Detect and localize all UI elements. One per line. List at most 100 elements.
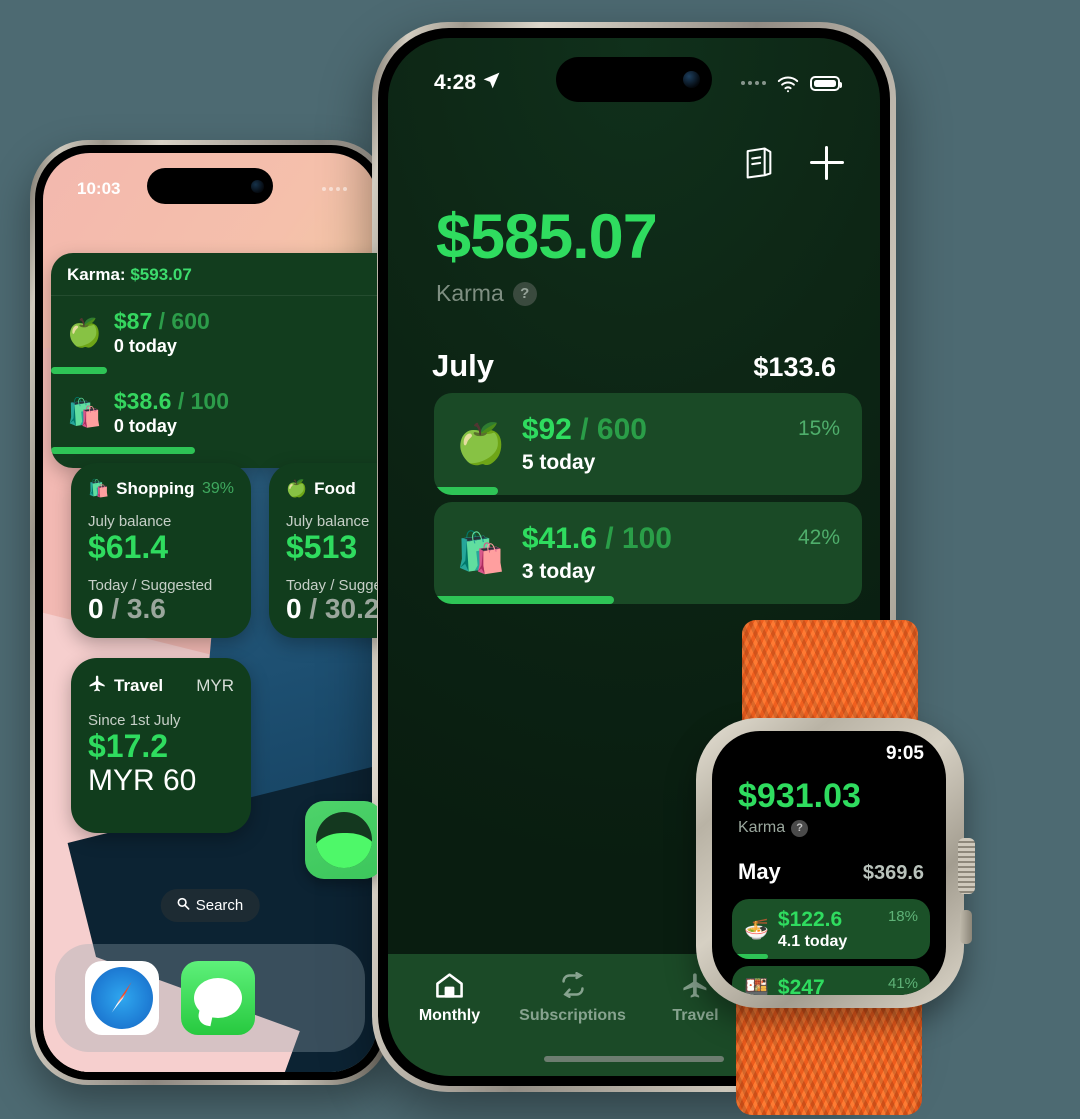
left-phone-screen: 10:03 Karma: $593.07 🍏 $87 / 600 0 today… xyxy=(43,153,377,1072)
card-pct: 15% xyxy=(797,417,840,440)
suggested-value: 30.2 xyxy=(324,592,377,624)
left-dynamic-island xyxy=(147,168,273,204)
row-amount: $87 xyxy=(113,308,153,334)
karma-label: Karma xyxy=(436,280,504,306)
karma-total: $585.07 xyxy=(436,202,658,272)
card-progress-bar xyxy=(434,596,862,604)
tab-label: Subscriptions xyxy=(519,1007,626,1024)
suggested-label: Today / Suggeste xyxy=(286,576,377,594)
card-today: 3 today xyxy=(521,560,596,583)
suggested-value: 3.6 xyxy=(126,592,166,624)
row-progress-bar xyxy=(51,447,377,454)
widget-title: Travel xyxy=(114,676,164,695)
watch-case: 9:05 $931.03 Karma ? May $369.6 🍜 $122.6… xyxy=(696,718,975,1008)
since-label: Since 1st July xyxy=(88,712,181,729)
bento-emoji-icon: 🍱 xyxy=(744,977,769,995)
karma-value: $593.07 xyxy=(130,265,192,284)
row-limit: / 100 xyxy=(177,388,229,414)
home-icon xyxy=(435,970,464,1000)
card-amount: $92 xyxy=(521,413,572,446)
local-amount: MYR 60 xyxy=(88,763,197,797)
budget-card-food[interactable]: 🍏 $92 / 600 5 today 15% xyxy=(434,393,862,495)
tab-monthly[interactable]: Monthly xyxy=(388,970,511,1025)
front-camera-icon xyxy=(683,71,700,88)
apple-watch-device: 9:05 $931.03 Karma ? May $369.6 🍜 $122.6… xyxy=(690,620,990,1119)
row-today: 0 today xyxy=(113,416,177,436)
watch-row-amount: $247 xyxy=(777,975,825,996)
month-summary: July $133.6 xyxy=(432,348,836,384)
help-icon[interactable]: ? xyxy=(512,281,537,306)
card-limit: / 100 xyxy=(605,522,672,555)
month-name: July xyxy=(432,348,495,383)
signal-dots-icon xyxy=(741,81,766,85)
watch-status-time: 9:05 xyxy=(885,743,924,764)
card-limit: / 600 xyxy=(580,413,647,446)
card-pct: 42% xyxy=(797,526,840,549)
help-icon[interactable]: ? xyxy=(791,819,809,837)
watch-row-pct: 18% xyxy=(887,908,918,925)
left-phone-bezel: 10:03 Karma: $593.07 🍏 $87 / 600 0 today… xyxy=(35,145,385,1080)
left-iphone-device: 10:03 Karma: $593.07 🍏 $87 / 600 0 today… xyxy=(30,140,390,1085)
karma-widget-row[interactable]: 🛍️ $38.6 / 100 0 today xyxy=(51,376,377,454)
widget-travel[interactable]: Travel MYR Since 1st July $17.2 MYR 60 xyxy=(71,658,251,833)
converted-amount: $17.2 xyxy=(88,728,169,764)
search-label: Search xyxy=(195,897,244,914)
side-button[interactable] xyxy=(960,910,972,944)
app-icon-budget[interactable] xyxy=(305,801,377,879)
devices-showcase: 10:03 Karma: $593.07 🍏 $87 / 600 0 today… xyxy=(0,0,1080,1119)
suggested-label: Today / Suggested xyxy=(88,576,213,594)
watch-karma-label-row: Karma ? xyxy=(738,819,809,837)
main-status-time: 4:28 xyxy=(434,71,477,94)
row-today: 0 today xyxy=(113,336,177,356)
widget-karma-list[interactable]: Karma: $593.07 🍏 $87 / 600 0 today 🛍️ $3… xyxy=(51,253,377,468)
shopping-bags-emoji-icon: 🛍️ xyxy=(67,396,102,428)
row-progress-bar xyxy=(51,367,377,374)
row-amount: $38.6 xyxy=(113,388,172,414)
widget-title: Shopping xyxy=(116,479,195,498)
dock-icon-safari[interactable] xyxy=(85,961,159,1035)
dock-icon-messages[interactable] xyxy=(181,961,255,1035)
tab-subscriptions[interactable]: Subscriptions xyxy=(511,970,634,1025)
budget-card-shopping[interactable]: 🛍️ $41.6 / 100 3 today 42% xyxy=(434,502,862,604)
widget-food[interactable]: 🍏 Food July balance $513 Today / Suggest… xyxy=(269,463,377,638)
location-arrow-icon xyxy=(482,71,501,96)
watch-budget-list: 🍜 $122.6 4.1 today 18% 🍱 $247 41% xyxy=(732,899,930,995)
apple-emoji-icon: 🍏 xyxy=(67,316,102,348)
watch-budget-row-food[interactable]: 🍜 $122.6 4.1 today 18% xyxy=(732,899,930,959)
shopping-bags-emoji-icon: 🛍️ xyxy=(88,479,110,498)
watch-month-summary: May $369.6 xyxy=(738,859,924,885)
notes-icon[interactable] xyxy=(744,146,774,180)
top-action-bar xyxy=(744,146,844,180)
watch-screen: 9:05 $931.03 Karma ? May $369.6 🍜 $122.6… xyxy=(712,731,946,995)
plus-icon[interactable] xyxy=(810,146,844,180)
card-amount: $41.6 xyxy=(521,522,597,555)
karma-label: Karma: xyxy=(67,265,126,284)
watch-row-pct: 41% xyxy=(887,975,918,992)
watch-row-amount: $122.6 xyxy=(777,908,843,931)
month-amount: $133.6 xyxy=(753,352,836,382)
shopping-bags-emoji-icon: 🛍️ xyxy=(456,531,506,575)
dock xyxy=(55,944,365,1052)
watch-budget-row-other[interactable]: 🍱 $247 41% xyxy=(732,966,930,995)
repeat-icon xyxy=(558,970,588,1000)
watch-month-amount: $369.6 xyxy=(862,862,924,884)
karma-widget-header: Karma: $593.07 xyxy=(51,253,377,296)
karma-hero: $585.07 Karma ? xyxy=(436,202,658,307)
today-value: 0 xyxy=(286,592,302,624)
front-camera-icon xyxy=(251,179,264,193)
ramen-emoji-icon: 🍜 xyxy=(744,919,769,941)
card-progress-bar xyxy=(434,487,862,495)
digital-crown[interactable] xyxy=(958,838,975,894)
battery-icon xyxy=(810,75,842,91)
balance-label: July balance xyxy=(88,513,172,530)
balance-value: $513 xyxy=(286,529,358,565)
search-pill[interactable]: Search xyxy=(160,889,260,922)
left-status-time: 10:03 xyxy=(77,179,121,198)
apple-emoji-icon: 🍏 xyxy=(456,422,506,466)
widget-title: Food xyxy=(314,479,356,498)
row-limit: / 600 xyxy=(158,308,210,334)
wifi-icon xyxy=(777,75,799,92)
widget-shopping[interactable]: 🛍️ Shopping 39% July balance $61.4 Today… xyxy=(71,463,251,638)
widget-pct: 39% xyxy=(201,480,234,497)
karma-widget-row[interactable]: 🍏 $87 / 600 0 today xyxy=(51,296,377,374)
